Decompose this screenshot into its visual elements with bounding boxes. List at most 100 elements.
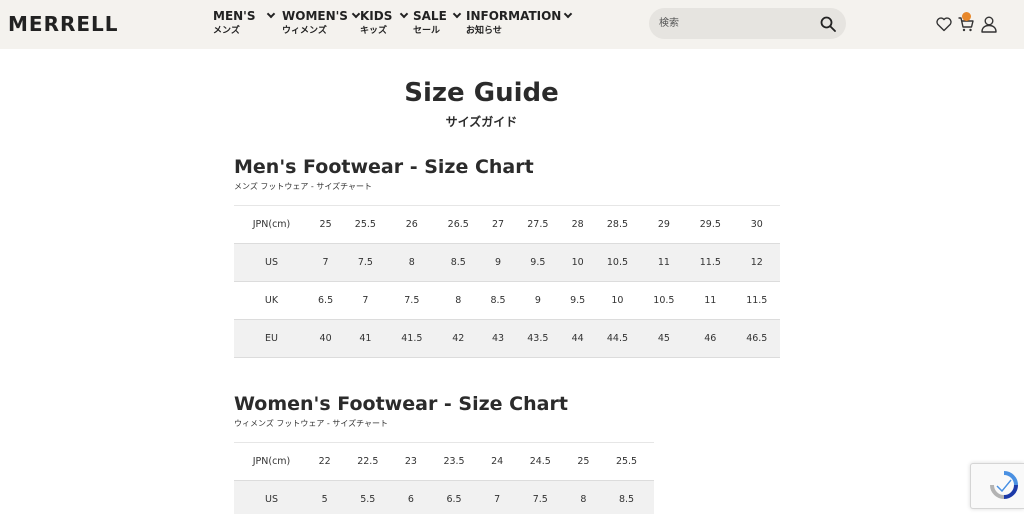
nav-kids-label: KIDS xyxy=(360,9,393,23)
chevron-down-icon xyxy=(351,9,361,19)
row-label: JPN(cm) xyxy=(234,205,309,244)
size-cell: 8.5 xyxy=(599,480,654,514)
row-label: JPN(cm) xyxy=(234,442,309,481)
size-cell: 40 xyxy=(309,319,343,358)
size-cell: 10 xyxy=(594,281,641,320)
search-icon[interactable] xyxy=(820,16,836,32)
size-cell: 42 xyxy=(435,319,482,358)
nav-womens-label: WOMEN'S xyxy=(282,9,348,23)
size-cell: 9.5 xyxy=(561,281,595,320)
mens-row-jpncm: JPN(cm) 25 25.5 26 26.5 27 27.5 28 28.5 29 29.5 30 xyxy=(234,205,780,244)
size-cell: 26 xyxy=(388,205,436,244)
mens-row-eu: EU 40 41 41.5 42 43 43.5 44 44.5 45 46 46.5 xyxy=(234,319,780,358)
size-cell: 7.5 xyxy=(342,243,389,282)
size-cell: 8 xyxy=(435,281,482,320)
size-cell: 9 xyxy=(514,281,562,320)
size-cell: 8 xyxy=(388,243,436,282)
size-cell: 8 xyxy=(567,480,600,514)
size-cell: 46 xyxy=(687,319,734,358)
page-subtitle: サイズガイド xyxy=(445,115,518,129)
size-cell: 45 xyxy=(640,319,688,358)
womens-row-jpncm: JPN(cm) 22 22.5 23 23.5 24 24.5 25 25.5 xyxy=(234,442,654,481)
nav-sale-label: SALE xyxy=(413,9,447,23)
size-cell: 30 xyxy=(733,205,780,244)
size-cell: 11 xyxy=(687,281,734,320)
size-cell: 7 xyxy=(309,243,343,282)
page-title: Size Guide xyxy=(404,78,559,108)
heart-icon[interactable] xyxy=(935,15,953,33)
size-cell: 8.5 xyxy=(481,281,515,320)
size-cell: 7 xyxy=(342,281,389,320)
size-cell: 25.5 xyxy=(342,205,389,244)
size-cell: 29.5 xyxy=(687,205,734,244)
size-cell: 12 xyxy=(733,243,780,282)
nav-kids[interactable]: KIDS キッズ xyxy=(360,9,409,38)
row-label: UK xyxy=(234,281,309,320)
merrell-logo[interactable]: MERRELL xyxy=(8,12,119,36)
mens-row-uk: UK 6.5 7 7.5 8 8.5 9 9.5 10 10.5 11 11.5 xyxy=(234,281,780,320)
size-cell: 24.5 xyxy=(512,442,568,481)
womens-section-subtitle: ウィメンズ フットウェア - サイズチャート xyxy=(234,419,389,428)
size-cell: 5 xyxy=(309,480,341,514)
nav-sale-ja: セール xyxy=(413,26,441,36)
nav-mens[interactable]: MEN'S メンズ xyxy=(213,9,275,38)
size-cell: 25.5 xyxy=(599,442,654,481)
row-label: US xyxy=(234,480,309,514)
size-cell: 11.5 xyxy=(733,281,780,320)
size-cell: 26.5 xyxy=(435,205,482,244)
size-cell: 11.5 xyxy=(687,243,734,282)
size-cell: 22 xyxy=(309,442,341,481)
size-cell: 7 xyxy=(481,480,513,514)
site-header: MERRELL MEN'S メンズ WOMEN'S ウィメンズ KIDS キッズ… xyxy=(0,0,1024,49)
chevron-down-icon xyxy=(564,9,573,19)
size-cell: 9 xyxy=(481,243,515,282)
nav-information-label: INFORMATION xyxy=(466,9,562,23)
chevron-down-icon xyxy=(266,9,275,19)
size-cell: 6 xyxy=(395,480,427,514)
mens-row-us: US 7 7.5 8 8.5 9 9.5 10 10.5 11 11.5 12 xyxy=(234,243,780,282)
size-cell: 25 xyxy=(567,442,600,481)
size-cell: 25 xyxy=(309,205,343,244)
size-cell: 9.5 xyxy=(514,243,562,282)
size-cell: 10.5 xyxy=(594,243,641,282)
size-cell: 44 xyxy=(561,319,595,358)
search-input[interactable] xyxy=(649,8,846,39)
chevron-down-icon xyxy=(452,9,462,19)
size-cell: 7.5 xyxy=(388,281,436,320)
size-cell: 43.5 xyxy=(514,319,562,358)
mens-section-subtitle: メンズ フットウェア - サイズチャート xyxy=(234,182,373,191)
size-cell: 10.5 xyxy=(640,281,688,320)
size-cell: 23.5 xyxy=(426,442,482,481)
size-cell: 27.5 xyxy=(514,205,562,244)
size-cell: 28 xyxy=(561,205,595,244)
nav-information-ja: お知らせ xyxy=(466,26,502,36)
size-cell: 41 xyxy=(342,319,389,358)
size-cell: 22.5 xyxy=(340,442,396,481)
recaptcha-icon xyxy=(990,471,1018,499)
size-cell: 46.5 xyxy=(733,319,780,358)
mens-size-table: JPN(cm) 25 25.5 26 26.5 27 27.5 28 28.5 29 29.5 30 U… xyxy=(234,205,780,358)
size-cell: 43 xyxy=(481,319,515,358)
size-cell: 24 xyxy=(481,442,513,481)
mens-section-title: Men's Footwear - Size Chart xyxy=(234,156,534,178)
nav-mens-ja: メンズ xyxy=(213,26,240,36)
size-cell: 7.5 xyxy=(512,480,568,514)
size-cell: 28.5 xyxy=(594,205,641,244)
nav-mens-label: MEN'S xyxy=(213,9,256,23)
nav-kids-ja: キッズ xyxy=(360,26,388,36)
nav-information[interactable]: INFORMATION お知らせ xyxy=(466,9,573,38)
chevron-down-icon xyxy=(400,9,409,19)
size-cell: 44.5 xyxy=(594,319,641,358)
womens-row-us: US 5 5.5 6 6.5 7 7.5 8 8.5 xyxy=(234,480,654,514)
nav-womens[interactable]: WOMEN'S ウィメンズ xyxy=(282,9,361,38)
size-cell: 23 xyxy=(395,442,427,481)
row-label: US xyxy=(234,243,309,282)
user-icon[interactable] xyxy=(980,15,998,33)
cart-count-badge xyxy=(962,12,971,21)
size-cell: 27 xyxy=(481,205,515,244)
row-label: EU xyxy=(234,319,309,358)
size-cell: 5.5 xyxy=(340,480,396,514)
size-cell: 10 xyxy=(561,243,595,282)
recaptcha-badge[interactable] xyxy=(970,463,1024,509)
nav-sale[interactable]: SALE セール xyxy=(413,9,462,38)
